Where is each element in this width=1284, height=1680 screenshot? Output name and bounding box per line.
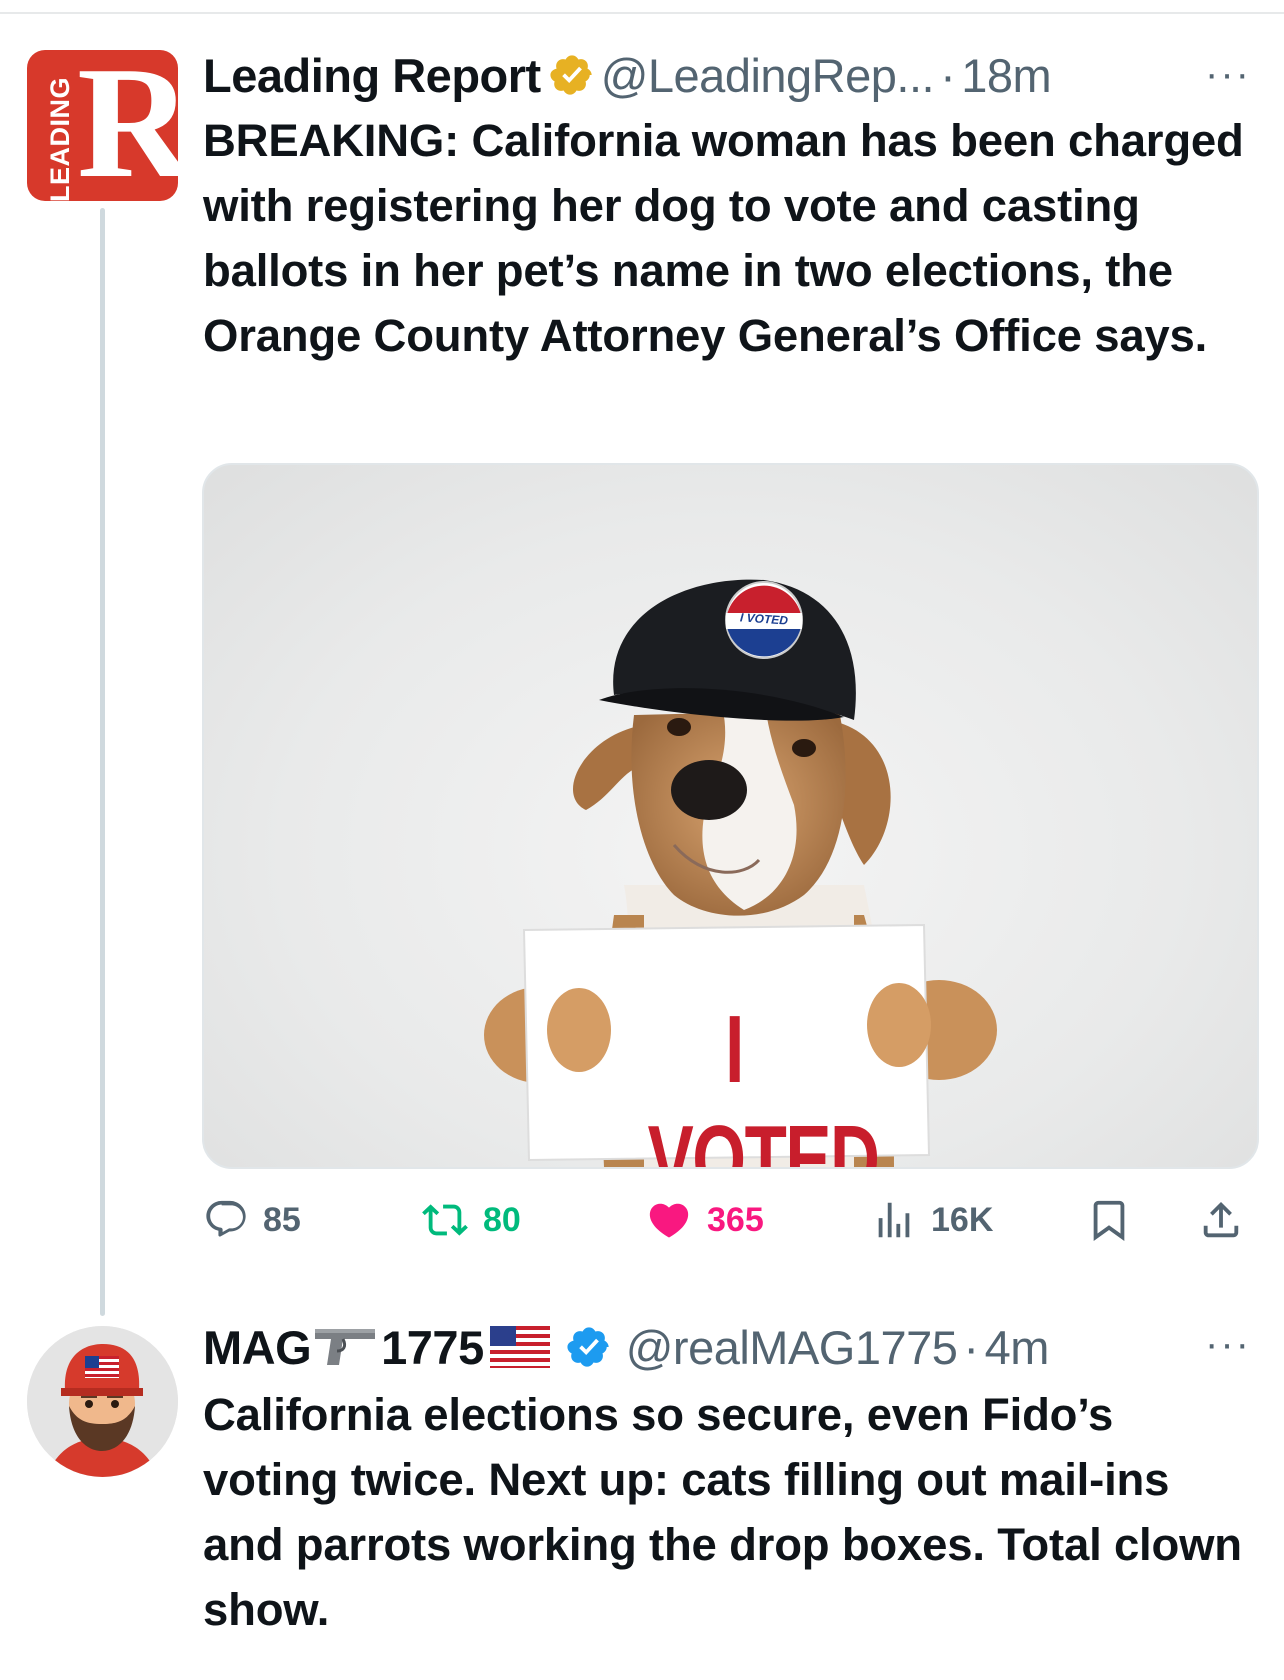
reply-count: 85 — [263, 1200, 301, 1239]
pistol-icon — [315, 1329, 376, 1365]
share-icon — [1203, 1201, 1239, 1238]
reply-button[interactable]: 85 — [203, 1190, 301, 1250]
share-button[interactable] — [1198, 1190, 1258, 1250]
cartoon-man-avatar — [27, 1326, 178, 1477]
author-name[interactable]: MAG — [203, 1320, 312, 1375]
author-name[interactable]: Leading Report — [203, 48, 541, 103]
separator-dot: · — [963, 1320, 979, 1374]
top-divider — [0, 12, 1284, 14]
reply-icon — [206, 1200, 246, 1237]
tweet2-text: California elections so secure, even Fid… — [203, 1389, 1242, 1635]
tweet1-text: BREAKING: California woman has been char… — [203, 115, 1244, 361]
verified-badge-icon — [567, 1327, 609, 1367]
like-count: 365 — [707, 1200, 764, 1239]
leading-report-avatar[interactable]: R LEADING — [27, 50, 178, 201]
retweet-icon — [422, 1204, 468, 1236]
separator-dot: · — [940, 48, 956, 102]
more-options-button[interactable]: ··· — [1205, 1322, 1251, 1367]
more-options-button[interactable]: ··· — [1205, 52, 1251, 97]
logo-side-text: LEADING — [45, 77, 75, 201]
author-handle[interactable]: @realMAG1775 — [626, 1320, 958, 1375]
bookmark-button[interactable] — [1086, 1190, 1146, 1250]
tweet2-header: MAG 1775 @realMAG1775 · 4m — [203, 1317, 1049, 1377]
post-time[interactable]: 4m — [985, 1320, 1050, 1375]
views-count: 16K — [931, 1200, 994, 1239]
post-time[interactable]: 18m — [961, 48, 1051, 103]
author-handle[interactable]: @LeadingRep... — [601, 48, 935, 103]
tweet1-header: Leading Report @LeadingRep... · 18m — [203, 45, 1052, 105]
retweet-count: 80 — [483, 1200, 521, 1239]
author-name-suffix[interactable]: 1775 — [381, 1320, 484, 1375]
bookmark-icon — [1093, 1200, 1125, 1241]
sign-text: I VOTED — [647, 996, 880, 1169]
thread-connector-line — [100, 208, 105, 1316]
tweet1-action-bar: 85 80 365 16K — [203, 1190, 1253, 1250]
views-button[interactable]: 16K — [871, 1190, 993, 1250]
views-icon — [878, 1202, 910, 1238]
verified-badge-icon — [550, 55, 592, 95]
logo-letter: R — [77, 50, 178, 201]
mag1775-avatar[interactable] — [27, 1326, 178, 1477]
retweet-button[interactable]: 80 — [421, 1190, 521, 1250]
like-icon — [649, 1203, 689, 1238]
like-button[interactable]: 365 — [645, 1190, 764, 1250]
us-flag-icon — [489, 1326, 550, 1368]
tweet-image[interactable]: I VOTED I VOTED — [202, 463, 1259, 1169]
